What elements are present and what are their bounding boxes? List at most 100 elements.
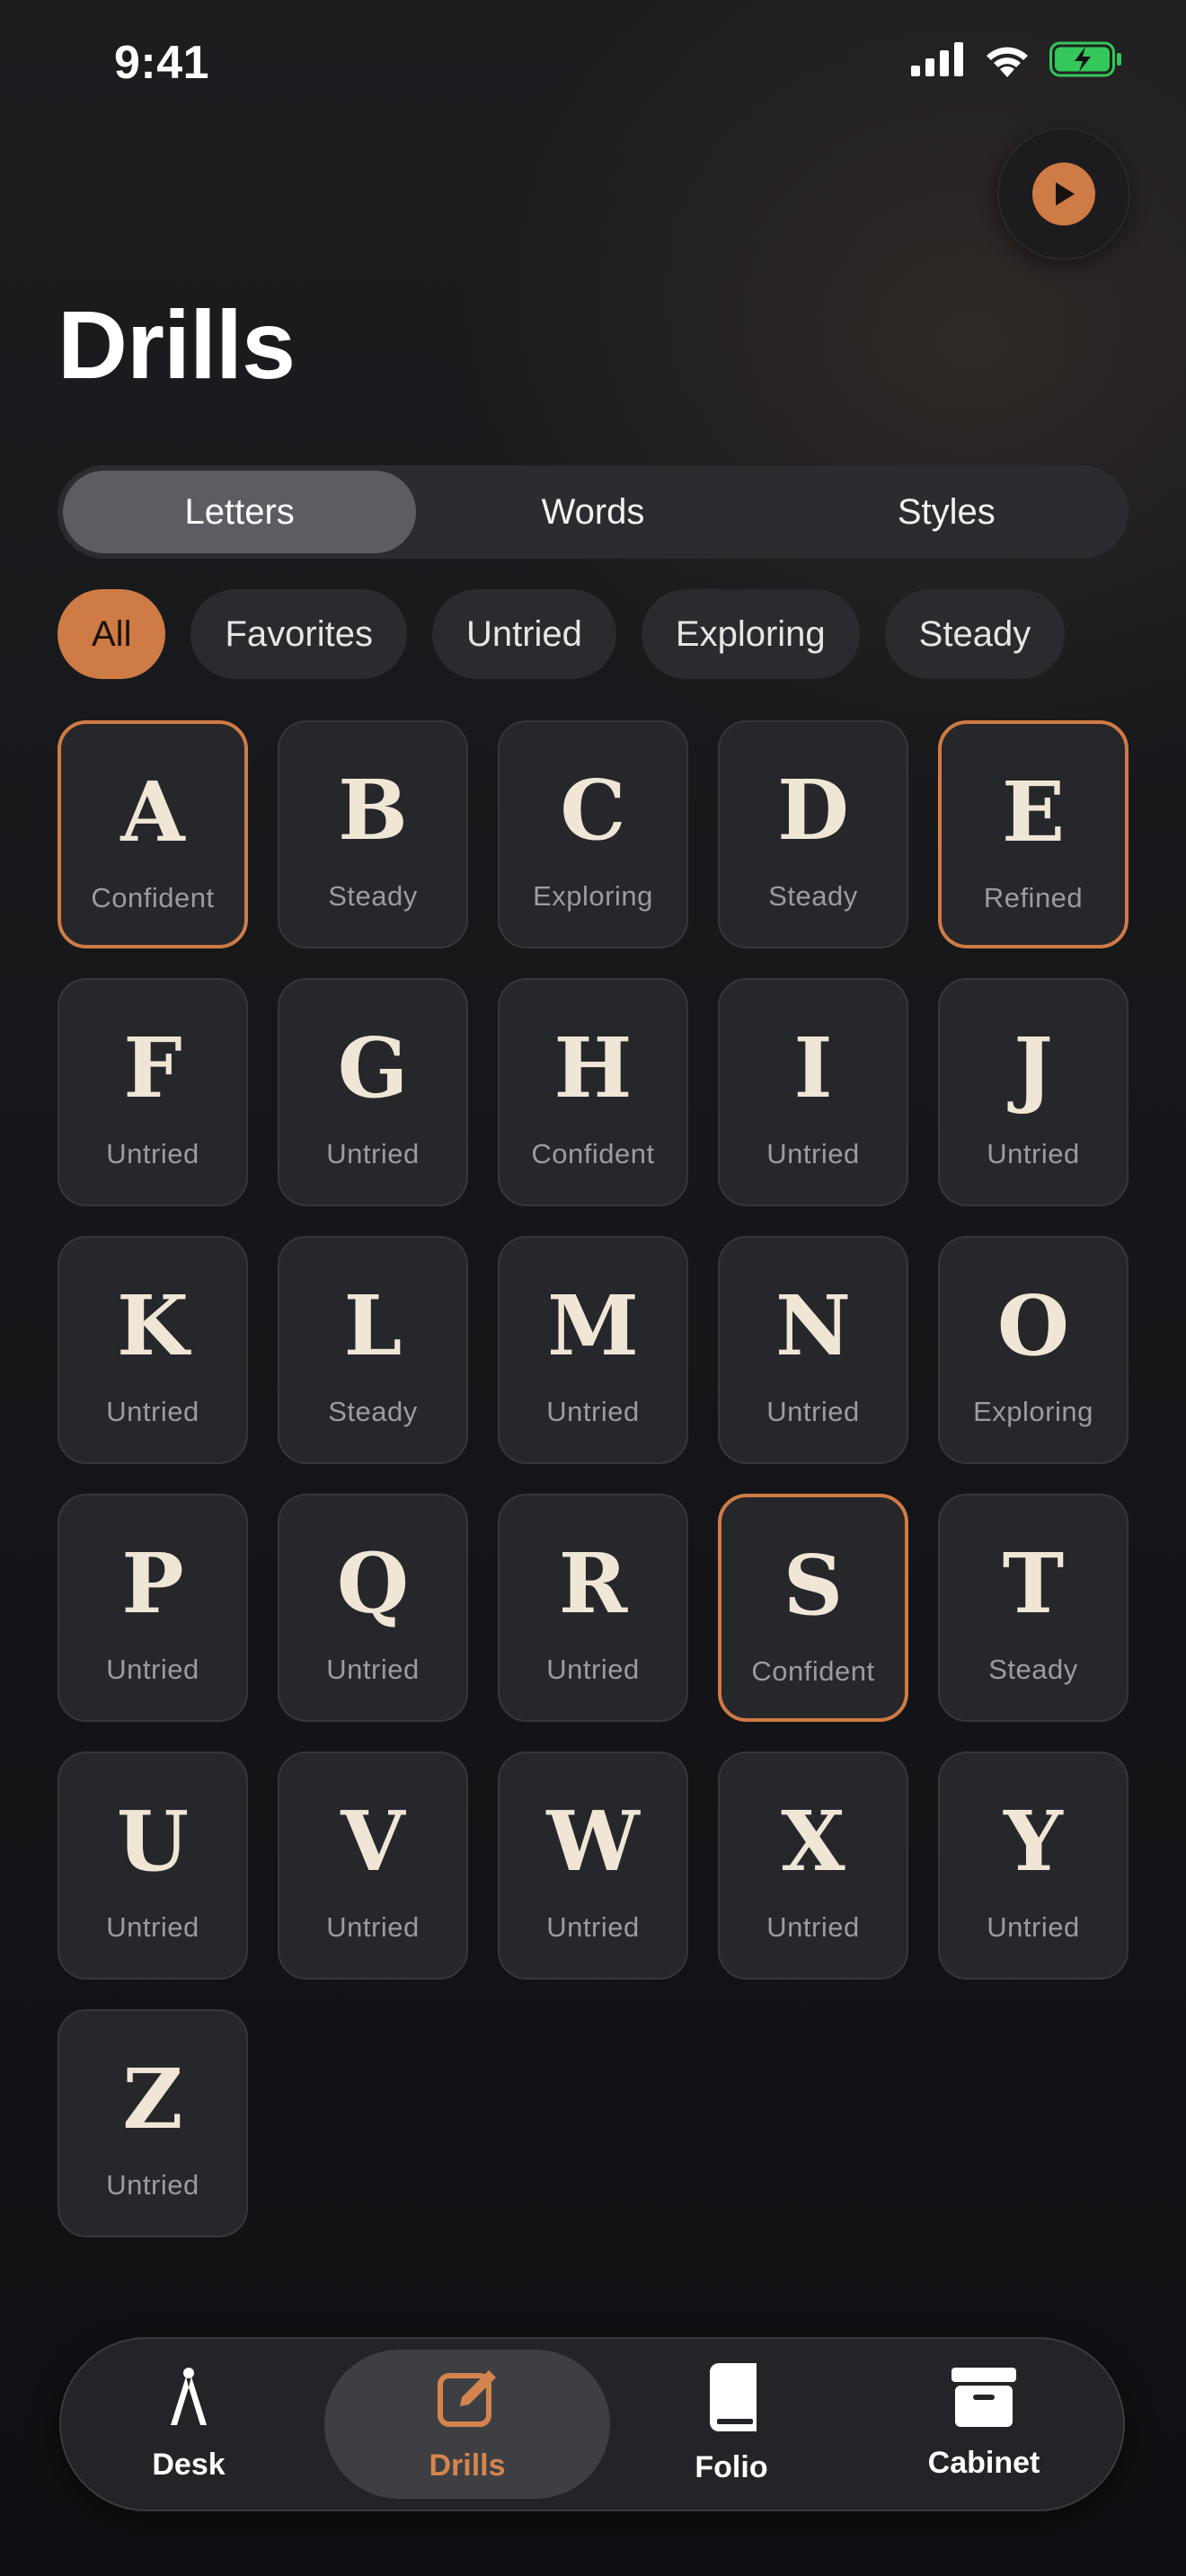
- letter-tile-e[interactable]: E Refined: [938, 720, 1128, 948]
- tile-letter: V: [341, 1793, 405, 1890]
- cellular-signal-icon: [911, 42, 965, 81]
- filter-chip-favorites[interactable]: Favorites: [190, 589, 407, 679]
- play-icon: [1032, 163, 1095, 225]
- letter-tile-j[interactable]: J Untried: [938, 978, 1128, 1206]
- tile-status: Untried: [546, 1654, 640, 1685]
- tile-status: Untried: [546, 1396, 640, 1427]
- tile-status: Untried: [106, 1911, 199, 1943]
- tile-letter: S: [783, 1537, 844, 1634]
- letter-tile-c[interactable]: C Exploring: [498, 720, 688, 948]
- tile-letter: Z: [122, 2051, 183, 2148]
- filter-chip-exploring[interactable]: Exploring: [641, 589, 860, 679]
- archive-box-icon: [951, 2368, 1016, 2435]
- tile-letter: F: [123, 1019, 182, 1116]
- tab-label: Folio: [695, 2450, 768, 2484]
- tile-status: Untried: [106, 2169, 199, 2201]
- tile-letter: P: [121, 1535, 184, 1632]
- tile-status: Exploring: [533, 880, 653, 912]
- tab-drills[interactable]: Drills: [324, 2350, 610, 2499]
- segmented-control: Letters Words Styles: [58, 465, 1128, 559]
- tile-letter: U: [116, 1793, 190, 1890]
- letter-tile-h[interactable]: H Confident: [498, 978, 688, 1206]
- drills-screen: 9:41 Drills Letters Words Styles All Fav…: [0, 0, 1186, 2576]
- letter-tile-p[interactable]: P Untried: [58, 1494, 248, 1722]
- tile-status: Steady: [328, 880, 418, 912]
- tab-cabinet[interactable]: Cabinet: [863, 2350, 1104, 2499]
- tile-status: Untried: [106, 1396, 199, 1427]
- segment-words[interactable]: Words: [416, 471, 769, 553]
- tile-status: Untried: [326, 1138, 420, 1169]
- segment-letters[interactable]: Letters: [63, 471, 417, 553]
- play-button[interactable]: [997, 128, 1130, 260]
- segment-styles[interactable]: Styles: [770, 471, 1123, 553]
- letter-tile-q[interactable]: Q Untried: [278, 1494, 468, 1722]
- tab-folio[interactable]: Folio: [624, 2350, 839, 2499]
- tile-letter: X: [781, 1793, 845, 1890]
- tab-label: Desk: [152, 2448, 226, 2482]
- letter-tile-s[interactable]: S Confident: [718, 1494, 908, 1722]
- letter-tile-f[interactable]: F Untried: [58, 978, 248, 1206]
- letter-grid: A Confident B Steady C Exploring D Steady E Refin…: [58, 720, 1128, 2237]
- tile-status: Untried: [106, 1138, 199, 1169]
- tile-status: Untried: [326, 1654, 420, 1685]
- book-icon: [704, 2363, 758, 2439]
- battery-charging-icon: [1049, 41, 1123, 82]
- letter-tile-b[interactable]: B Steady: [278, 720, 468, 948]
- tile-status: Steady: [988, 1654, 1078, 1685]
- letter-tile-r[interactable]: R Untried: [498, 1494, 688, 1722]
- tile-letter: E: [1001, 763, 1066, 860]
- letter-tile-x[interactable]: X Untried: [718, 1751, 908, 1980]
- letter-tile-u[interactable]: U Untried: [58, 1751, 248, 1980]
- wifi-icon: [983, 41, 1031, 82]
- tile-status: Untried: [987, 1138, 1080, 1169]
- status-time: 9:41: [114, 37, 210, 89]
- letter-tile-t[interactable]: T Steady: [938, 1494, 1128, 1722]
- tile-status: Untried: [987, 1911, 1080, 1943]
- tile-letter: K: [117, 1277, 189, 1374]
- letter-tile-g[interactable]: G Untried: [278, 978, 468, 1206]
- tile-letter: L: [343, 1277, 403, 1374]
- tile-letter: T: [1002, 1535, 1065, 1632]
- tile-letter: G: [337, 1019, 409, 1116]
- tile-letter: O: [996, 1277, 1070, 1374]
- letter-tile-k[interactable]: K Untried: [58, 1236, 248, 1464]
- tile-letter: W: [546, 1793, 640, 1890]
- letter-tile-m[interactable]: M Untried: [498, 1236, 688, 1464]
- letter-tile-v[interactable]: V Untried: [278, 1751, 468, 1980]
- tab-label: Drills: [429, 2448, 506, 2483]
- tile-letter: A: [120, 763, 185, 860]
- tile-letter: M: [547, 1277, 639, 1374]
- tile-letter: Q: [336, 1535, 410, 1632]
- letter-tile-o[interactable]: O Exploring: [938, 1236, 1128, 1464]
- letter-tile-z[interactable]: Z Untried: [58, 2009, 248, 2237]
- tile-letter: R: [558, 1535, 628, 1632]
- letter-tile-w[interactable]: W Untried: [498, 1751, 688, 1980]
- status-icons: [911, 41, 1123, 82]
- tile-letter: B: [338, 762, 408, 859]
- letter-tile-n[interactable]: N Untried: [718, 1236, 908, 1464]
- tile-status: Confident: [751, 1655, 875, 1687]
- tile-letter: I: [793, 1019, 833, 1116]
- page-title: Drills: [58, 290, 296, 399]
- tab-bar: Desk Drills Folio Cabinet: [59, 2337, 1125, 2511]
- tile-status: Untried: [766, 1138, 860, 1169]
- tile-status: Untried: [766, 1911, 860, 1943]
- tile-letter: H: [553, 1019, 633, 1116]
- filter-chips: All Favorites Untried Exploring Steady: [58, 589, 1066, 679]
- tile-status: Confident: [91, 882, 215, 913]
- letter-tile-y[interactable]: Y Untried: [938, 1751, 1128, 1980]
- filter-chip-untried[interactable]: Untried: [431, 589, 616, 679]
- tile-status: Steady: [768, 880, 858, 912]
- letter-tile-a[interactable]: A Confident: [58, 720, 248, 948]
- tab-desk[interactable]: Desk: [81, 2350, 296, 2499]
- filter-chip-steady[interactable]: Steady: [884, 589, 1066, 679]
- letter-tile-i[interactable]: I Untried: [718, 978, 908, 1206]
- letter-tile-l[interactable]: L Steady: [278, 1236, 468, 1464]
- tile-status: Untried: [766, 1396, 860, 1427]
- tile-status: Steady: [328, 1396, 418, 1427]
- tile-letter: C: [560, 762, 626, 859]
- letter-tile-d[interactable]: D Steady: [718, 720, 908, 948]
- filter-chip-all[interactable]: All: [58, 589, 166, 679]
- tile-status: Refined: [983, 882, 1084, 913]
- edit-icon: [435, 2365, 500, 2438]
